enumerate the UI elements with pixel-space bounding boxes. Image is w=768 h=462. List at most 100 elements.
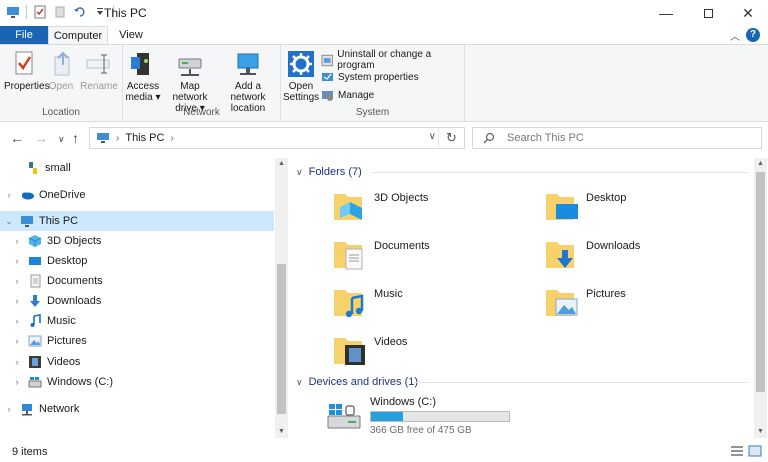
nav-item-pictures[interactable]: › Pictures [0,331,274,351]
folders-section-header[interactable]: ∨ Folders (7) [296,164,362,180]
address-bar[interactable]: › This PC › ∨ ↻ [89,127,465,149]
help-icon[interactable]: ? [746,28,760,42]
gear-icon [288,51,314,77]
location-group: Properties Open Rename Location [0,45,123,121]
rename-button[interactable]: Rename [80,49,118,92]
scroll-down-icon[interactable]: ▼ [754,426,767,438]
chevron-right-icon[interactable]: › [12,377,22,387]
scroll-up-icon[interactable]: ▲ [754,158,767,170]
folder-downloads[interactable]: Downloads [544,236,754,278]
manage-button[interactable]: Manage [321,87,374,103]
map-network-drive-button[interactable]: Map network drive ▾ [163,49,217,114]
uninstall-program-button[interactable]: Uninstall or change a program [321,49,464,71]
system-properties-icon [322,72,333,81]
details-view-icon[interactable] [730,445,744,457]
content-pane: ∨ Folders (7) 3D Objects Desktop Documen… [290,158,754,438]
nav-item-music[interactable]: › Music [0,311,274,331]
nav-item-videos[interactable]: › Videos [0,352,274,372]
media-server-icon [131,53,149,75]
tab-computer[interactable]: Computer [48,26,108,44]
large-icons-view-icon[interactable] [748,445,762,457]
nav-item-downloads[interactable]: › Downloads [0,291,274,311]
scroll-thumb[interactable] [756,172,765,392]
python-file-icon [29,162,37,174]
tab-view[interactable]: View [108,26,154,44]
chevron-right-icon[interactable]: › [12,256,22,266]
scroll-up-icon[interactable]: ▲ [275,158,288,170]
chevron-right-icon[interactable]: › [12,296,22,306]
maximize-button[interactable] [688,0,728,26]
forward-button[interactable]: → [34,130,48,146]
folder-pictures[interactable]: Pictures [544,284,754,326]
chevron-right-icon[interactable]: › [4,190,14,200]
search-icon [483,132,495,144]
chevron-up-icon[interactable]: ︿ [730,28,740,43]
documents-folder-icon [334,242,363,270]
drive-name: Windows (C:) [370,396,437,408]
computer-icon [97,133,109,143]
properties-icon[interactable] [33,5,47,19]
scroll-thumb[interactable] [277,264,286,414]
new-folder-icon[interactable] [53,5,67,19]
system-group: Open Settings Uninstall or change a prog… [281,45,465,121]
breadcrumb[interactable]: This PC [125,132,164,144]
open-settings-button[interactable]: Open Settings [283,49,319,103]
devices-section-header[interactable]: ∨ Devices and drives (1) [296,374,418,390]
chevron-right-icon[interactable]: › [12,357,22,367]
nav-item-network[interactable]: › Network [0,399,274,419]
up-button[interactable]: ↑ [72,130,79,146]
chevron-right-icon[interactable]: › [12,276,22,286]
chevron-right-icon[interactable]: › [12,336,22,346]
chevron-right-icon[interactable]: › [4,404,14,414]
computer-icon[interactable] [6,5,20,19]
tab-file[interactable]: File [0,26,48,44]
chevron-down-icon[interactable]: ∨ [429,131,436,142]
windows-drive-icon [327,404,361,429]
music-folder-icon [334,290,364,318]
pictures-icon [28,335,42,347]
nav-item-small[interactable]: small [0,158,274,178]
nav-item-this-pc[interactable]: ⌄ This PC [0,211,274,231]
downloads-icon [30,295,40,307]
open-icon [54,51,70,76]
search-input[interactable]: Search This PC [472,127,762,149]
search-placeholder: Search This PC [507,132,584,144]
folder-videos[interactable]: Videos [332,332,542,374]
ribbon-tabs: File Computer View ︿ ? [0,26,768,44]
nav-scrollbar[interactable]: ▲ ▼ [275,158,288,438]
nav-item-3d-objects[interactable]: › 3D Objects [0,231,274,251]
chevron-right-icon[interactable]: › [170,133,173,144]
folder-documents[interactable]: Documents [332,236,542,278]
undo-icon[interactable] [73,5,87,19]
nav-item-windows-c[interactable]: › Windows (C:) [0,372,274,392]
content-scrollbar[interactable]: ▲ ▼ [754,158,767,438]
close-button[interactable]: ✕ [728,0,768,26]
uninstall-icon [321,54,333,66]
folder-3d-objects[interactable]: 3D Objects [332,188,542,230]
access-media-button[interactable]: Access media ▾ [125,49,161,103]
item-count: 9 items [12,446,48,458]
nav-item-onedrive[interactable]: › OneDrive [0,185,274,205]
chevron-right-icon[interactable]: › [116,133,119,144]
properties-button[interactable]: Properties [4,49,50,92]
add-network-location-button[interactable]: Add a network location [217,49,279,114]
computer-icon [21,216,33,227]
close-icon: ✕ [742,4,754,21]
back-button[interactable]: ← [10,130,24,146]
minimize-button[interactable]: — [646,0,686,26]
chevron-right-icon[interactable]: › [12,316,22,326]
refresh-button[interactable]: ↻ [438,128,464,148]
downloads-folder-icon [546,242,574,268]
chevron-right-icon[interactable]: › [12,236,22,246]
open-button[interactable]: Open [48,49,74,92]
scroll-down-icon[interactable]: ▼ [275,426,288,438]
folder-desktop[interactable]: Desktop [544,188,754,230]
recent-locations-button[interactable]: ∨ [58,134,65,145]
system-properties-button[interactable]: System properties [321,69,419,85]
chevron-down-icon[interactable]: ⌄ [4,216,14,227]
drive-windows-c[interactable]: Windows (C:) 366 GB free of 475 GB [326,394,626,438]
nav-item-documents[interactable]: › Documents [0,271,274,291]
nav-item-desktop[interactable]: › Desktop [0,251,274,271]
status-bar: 9 items [0,440,768,462]
folder-music[interactable]: Music [332,284,542,326]
